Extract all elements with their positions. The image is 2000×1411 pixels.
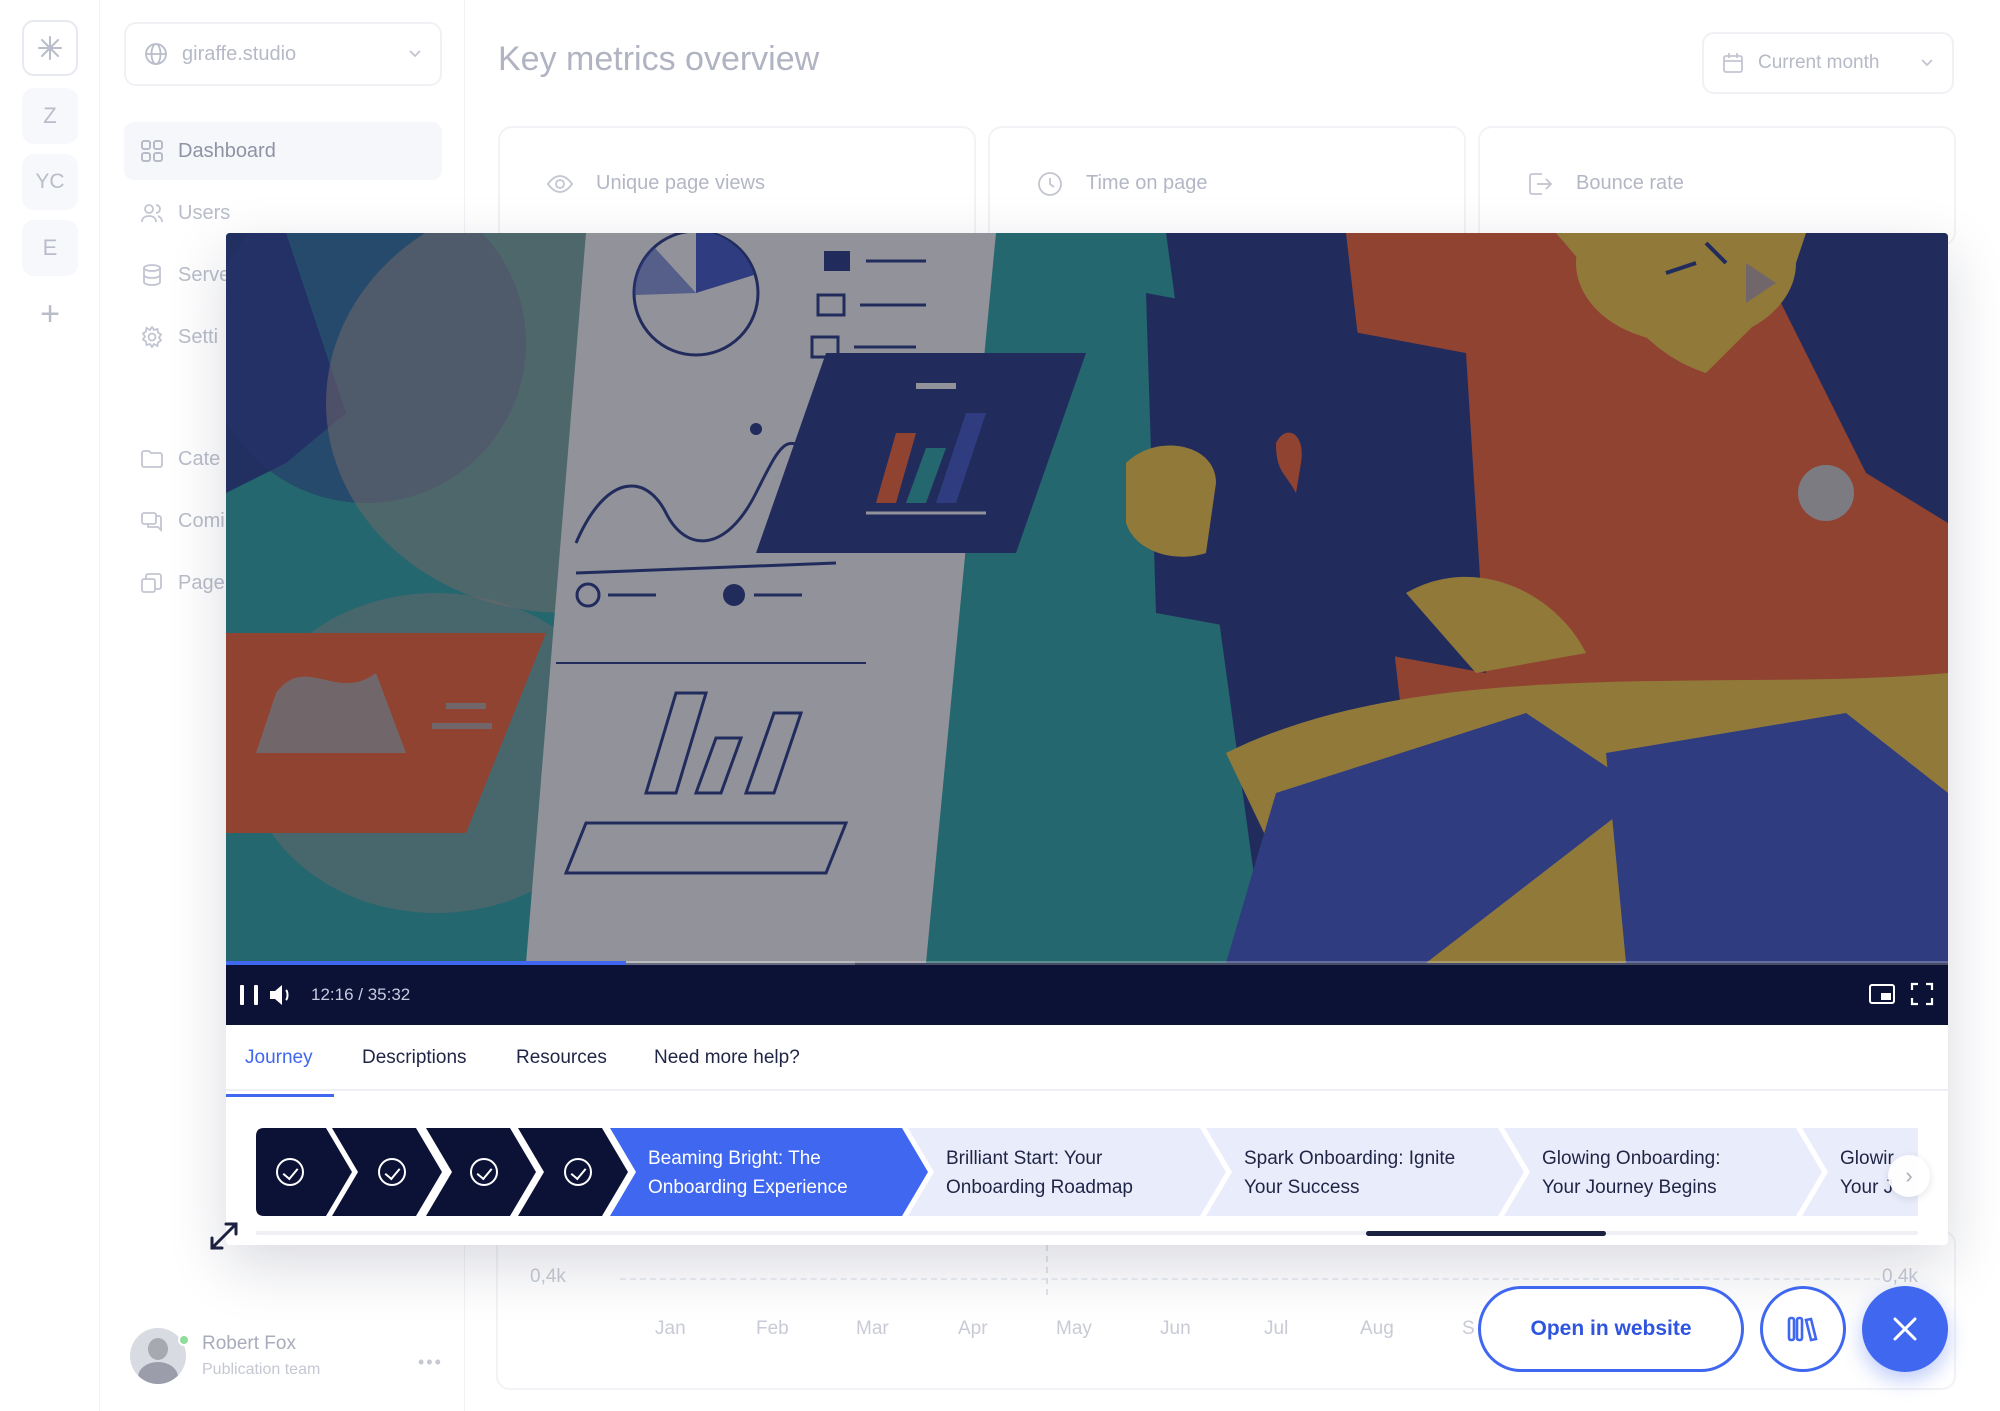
fullscreen-icon[interactable] (1910, 982, 1934, 1006)
gear-icon (141, 325, 163, 349)
close-button[interactable] (1862, 1286, 1948, 1372)
journey-step-current[interactable]: Beaming Bright: The Onboarding Experience (610, 1128, 928, 1216)
check-circle-icon (378, 1158, 406, 1186)
x-tick-label: Feb (756, 1318, 789, 1339)
y-tick-label: 0,4k (530, 1266, 566, 1287)
journey-step-upcoming[interactable]: Spark Onboarding: Ignite Your Success (1206, 1128, 1524, 1216)
check-circle-icon (564, 1158, 592, 1186)
database-icon (143, 264, 161, 286)
video-frame[interactable] (226, 233, 1948, 963)
journey-step-title: Glowir Your J (1840, 1148, 1894, 1198)
period-label: Current month (1758, 52, 1880, 73)
video-progress-fill (226, 961, 626, 965)
journey-step-upcoming[interactable]: Brilliant Start: Your Onboarding Roadmap (908, 1128, 1226, 1216)
chevron-down-icon (409, 50, 421, 58)
tab-journey[interactable]: Journey (245, 1047, 313, 1069)
journey-scroll-track[interactable] (256, 1231, 1918, 1235)
workspace-rail: Z YC E + (0, 0, 100, 1411)
period-selector[interactable]: Current month (1702, 32, 1954, 94)
tab-need-more-help[interactable]: Need more help? (654, 1047, 800, 1069)
workspace-selector[interactable]: giraffe.studio (124, 22, 442, 86)
metric-label: Bounce rate (1576, 172, 1684, 194)
sidebar-item-dashboard[interactable]: Dashboard (124, 122, 442, 180)
chart-gridline (620, 1278, 1880, 1280)
metric-card-time-on-page[interactable]: Time on page (988, 126, 1466, 246)
avatar (130, 1328, 186, 1384)
chat-icon (141, 512, 162, 533)
sidebar-item-label: Cate (178, 447, 221, 470)
workspace-yc[interactable]: YC (22, 154, 78, 210)
check-circle-icon (276, 1158, 304, 1186)
globe-icon (145, 43, 167, 65)
online-status-dot (178, 1334, 190, 1346)
calendar-icon (1723, 53, 1743, 73)
eye-icon (546, 175, 574, 193)
chevron-right-icon[interactable]: › (1888, 1155, 1930, 1197)
x-tick-label: Aug (1360, 1318, 1394, 1339)
sidebar-item-label: Users (178, 201, 231, 224)
users-icon (141, 204, 163, 223)
journey-step-upcoming[interactable]: Glowing Onboarding: Your Journey Begins (1504, 1128, 1822, 1216)
sidebar-item-label: Comi (178, 509, 225, 532)
journey-scroll-thumb[interactable] (1366, 1231, 1606, 1236)
metric-card-page-views[interactable]: Unique page views (498, 126, 976, 246)
video-time: 12:16 / 35:32 (311, 985, 411, 1004)
y-tick-label: 0,4k (1882, 1266, 1918, 1287)
video-controls-bar (226, 963, 1948, 1025)
user-card[interactable]: Robert Fox Publication team (130, 1328, 320, 1384)
modal-tabs: Journey Descriptions Resources Need more… (226, 1025, 1948, 1091)
sidebar-item-label: Serve (178, 263, 231, 286)
sidebar-item-label: Setti (178, 325, 219, 348)
x-tick-label: May (1056, 1318, 1092, 1339)
user-name: Robert Fox (202, 1333, 296, 1354)
picture-in-picture-icon[interactable] (1868, 983, 1896, 1005)
resize-diagonal-icon[interactable] (206, 1218, 242, 1254)
open-in-website-button[interactable]: Open in website (1478, 1286, 1744, 1372)
chevron-down-icon (1921, 59, 1933, 67)
check-circle-icon (470, 1158, 498, 1186)
metric-label: Time on page (1086, 172, 1208, 194)
pause-icon[interactable] (240, 985, 258, 1005)
user-role: Publication team (202, 1361, 321, 1378)
grid-icon (141, 140, 163, 162)
clock-icon (1038, 172, 1062, 196)
library-button[interactable] (1760, 1286, 1846, 1372)
x-tick-label: Apr (958, 1318, 988, 1339)
exit-icon (1529, 173, 1553, 195)
journey-step-title: Spark Onboarding: Ignite Your Success (1244, 1148, 1456, 1198)
tab-descriptions[interactable]: Descriptions (362, 1047, 467, 1069)
x-tick-label: Jul (1264, 1318, 1289, 1339)
sidebar-item-label: Page (178, 571, 225, 594)
folder-icon (141, 450, 163, 468)
volume-icon[interactable] (268, 983, 294, 1007)
x-tick-label: Mar (856, 1318, 889, 1339)
pages-icon (141, 573, 162, 593)
video-illustration (226, 233, 1948, 963)
page-title: Key metrics overview (498, 40, 820, 78)
add-workspace-icon[interactable]: + (22, 286, 78, 342)
journey-steps: Beaming Bright: The Onboarding Experience… (256, 1128, 1918, 1218)
workspace-z[interactable]: Z (22, 88, 78, 144)
metric-card-bounce-rate[interactable]: Bounce rate (1478, 126, 1956, 246)
journey-step-title: Glowing Onboarding: Your Journey Begins (1542, 1148, 1721, 1198)
active-tab-indicator (226, 1094, 334, 1097)
metric-label: Unique page views (596, 172, 765, 194)
sidebar-item-label: Dashboard (178, 139, 276, 162)
video-progress-bar[interactable] (226, 961, 1948, 965)
workspace-name: giraffe.studio (182, 42, 297, 65)
journey-step-title: Brilliant Start: Your Onboarding Roadmap (946, 1148, 1133, 1198)
journey-step-title: Beaming Bright: The Onboarding Experience (648, 1148, 848, 1198)
more-options-icon[interactable]: ••• (418, 1352, 443, 1373)
app-logo-icon[interactable] (22, 20, 78, 76)
video-modal: 12:16 / 35:32 Journey Descriptions Resou… (226, 233, 1948, 1245)
library-books-icon (1787, 1316, 1818, 1342)
tab-resources[interactable]: Resources (516, 1047, 607, 1069)
workspace-e[interactable]: E (22, 220, 78, 276)
x-tick-label: Jan (655, 1318, 686, 1339)
close-icon (1893, 1317, 1917, 1341)
x-tick-label: S (1462, 1318, 1475, 1339)
x-tick-label: Jun (1160, 1318, 1191, 1339)
chart-marker-line (1046, 1245, 1048, 1295)
